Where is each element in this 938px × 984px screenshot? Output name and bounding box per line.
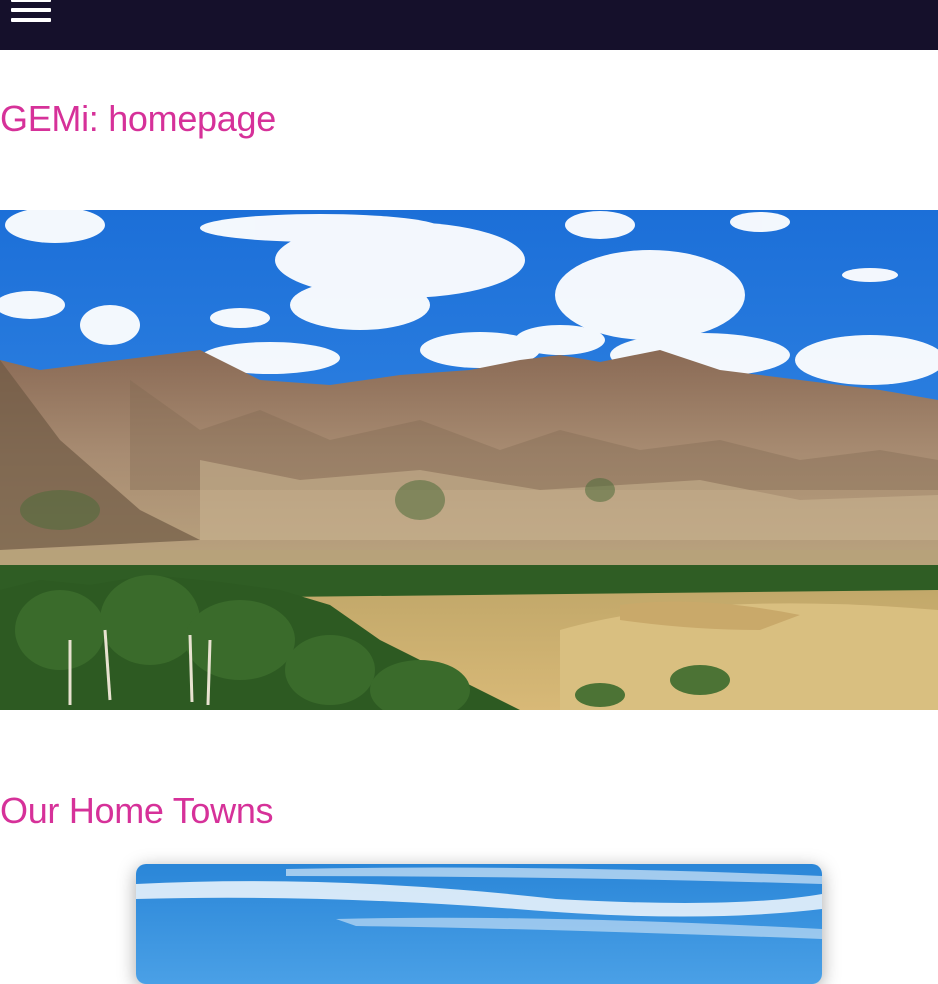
home-town-card-image[interactable] bbox=[136, 864, 822, 984]
hero-image bbox=[0, 210, 938, 710]
top-navigation-bar bbox=[0, 0, 938, 50]
hamburger-menu-icon[interactable] bbox=[11, 0, 51, 22]
page-title: GEMi: homepage bbox=[0, 98, 276, 139]
section-title-home-towns: Our Home Towns bbox=[0, 790, 274, 831]
